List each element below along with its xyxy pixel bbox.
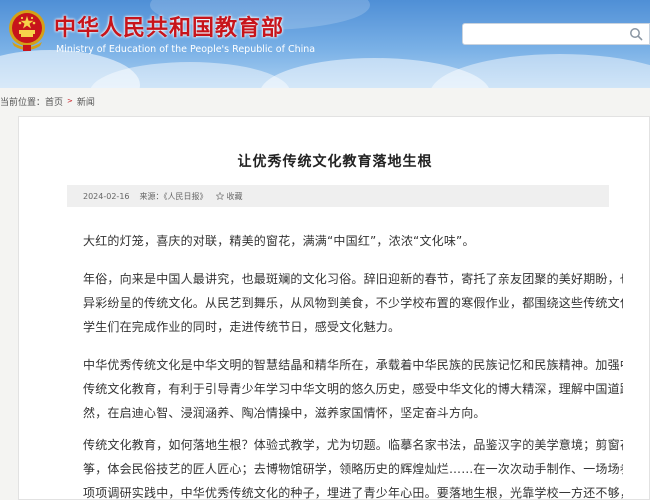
- article-date: 2024-02-16: [83, 191, 130, 201]
- article-source: 来源：《人民日报》: [139, 191, 208, 201]
- search-input[interactable]: [463, 25, 623, 46]
- article-title: 让优秀传统文化教育落地生根: [237, 154, 433, 170]
- paragraph-line: 传统文化教育，有利于引导青少年学习中华文明的悠久历史，感受中华文化的博大精深，理…: [83, 382, 623, 396]
- paragraph-line: 异彩纷呈的传统文化。从民艺到舞乐，从风物到美食，不少学校布置的寒假作业，都围绕这…: [83, 296, 623, 310]
- article-meta-bar: 2024-02-16 来源：《人民日报》 收藏: [67, 185, 609, 207]
- site-title: 中华人民共和国教育部: [54, 15, 285, 41]
- paragraph-line: 年俗，向来是中国人最讲究，也最斑斓的文化习俗。辞旧迎新的春节，寄托了亲友团聚的美…: [83, 272, 623, 286]
- star-icon: [215, 192, 224, 200]
- paragraph-line: 然，在启迪心智、浸润涵养、陶冶情操中，滋养家国情怀，坚定奋斗方向。: [83, 406, 486, 420]
- breadcrumb-news[interactable]: 新闻: [77, 95, 95, 108]
- favorite-button[interactable]: 收藏: [215, 191, 243, 202]
- site-subtitle: Ministry of Education of the People's Re…: [56, 44, 316, 55]
- breadcrumb-separator-icon: >: [67, 97, 73, 105]
- paragraph-line: 项项调研实践中，中华优秀传统文化的种子，埋进了青少年心田。要落地生根，光靠学校一…: [83, 486, 623, 500]
- site-header: 中华人民共和国教育部 Ministry of Education of the …: [0, 0, 650, 88]
- paragraph-line: 传统文化教育，如何落地生根？体验式教学，尤为切题。临摹名家书法，品鉴汉字的美学意…: [83, 438, 623, 452]
- paragraph-line: 学生们在完成作业的同时，走进传统节日，感受文化魅力。: [83, 320, 401, 334]
- national-emblem-icon: [9, 10, 45, 51]
- article-paragraph: 中华优秀传统文化是中华文明的智慧结晶和精华所在，承载着中华民族的民族记忆和民族精…: [83, 353, 623, 425]
- breadcrumb-home[interactable]: 首页: [45, 95, 63, 108]
- search-box: [462, 23, 650, 46]
- paragraph-line: 中华优秀传统文化是中华文明的智慧结晶和精华所在，承载着中华民族的民族记忆和民族精…: [83, 358, 623, 372]
- breadcrumb: 当前位置： 首页 > 新闻: [0, 92, 650, 110]
- article-paragraph: 大红的灯笼，喜庆的对联，精美的窗花，满满“中国红”，浓浓“文化味”。: [83, 229, 623, 253]
- article-paragraph: 传统文化教育，如何落地生根？体验式教学，尤为切题。临摹名家书法，品鉴汉字的美学意…: [83, 433, 623, 500]
- article-paragraph: 年俗，向来是中国人最讲究，也最斑斓的文化习俗。辞旧迎新的春节，寄托了亲友团聚的美…: [83, 267, 623, 339]
- paragraph-line: 筝，体会民俗技艺的匠人匠心；去博物馆研学，领略历史的辉煌灿烂……在一次次动手制作…: [83, 462, 623, 476]
- article-panel: 让优秀传统文化教育落地生根 2024-02-16 来源：《人民日报》 收藏 大红…: [18, 116, 650, 500]
- paragraph-line: 大红的灯笼，喜庆的对联，精美的窗花，满满“中国红”，浓浓“文化味”。: [83, 234, 475, 248]
- breadcrumb-label: 当前位置：: [0, 97, 46, 108]
- search-icon[interactable]: [629, 27, 643, 41]
- favorite-label: 收藏: [226, 191, 243, 201]
